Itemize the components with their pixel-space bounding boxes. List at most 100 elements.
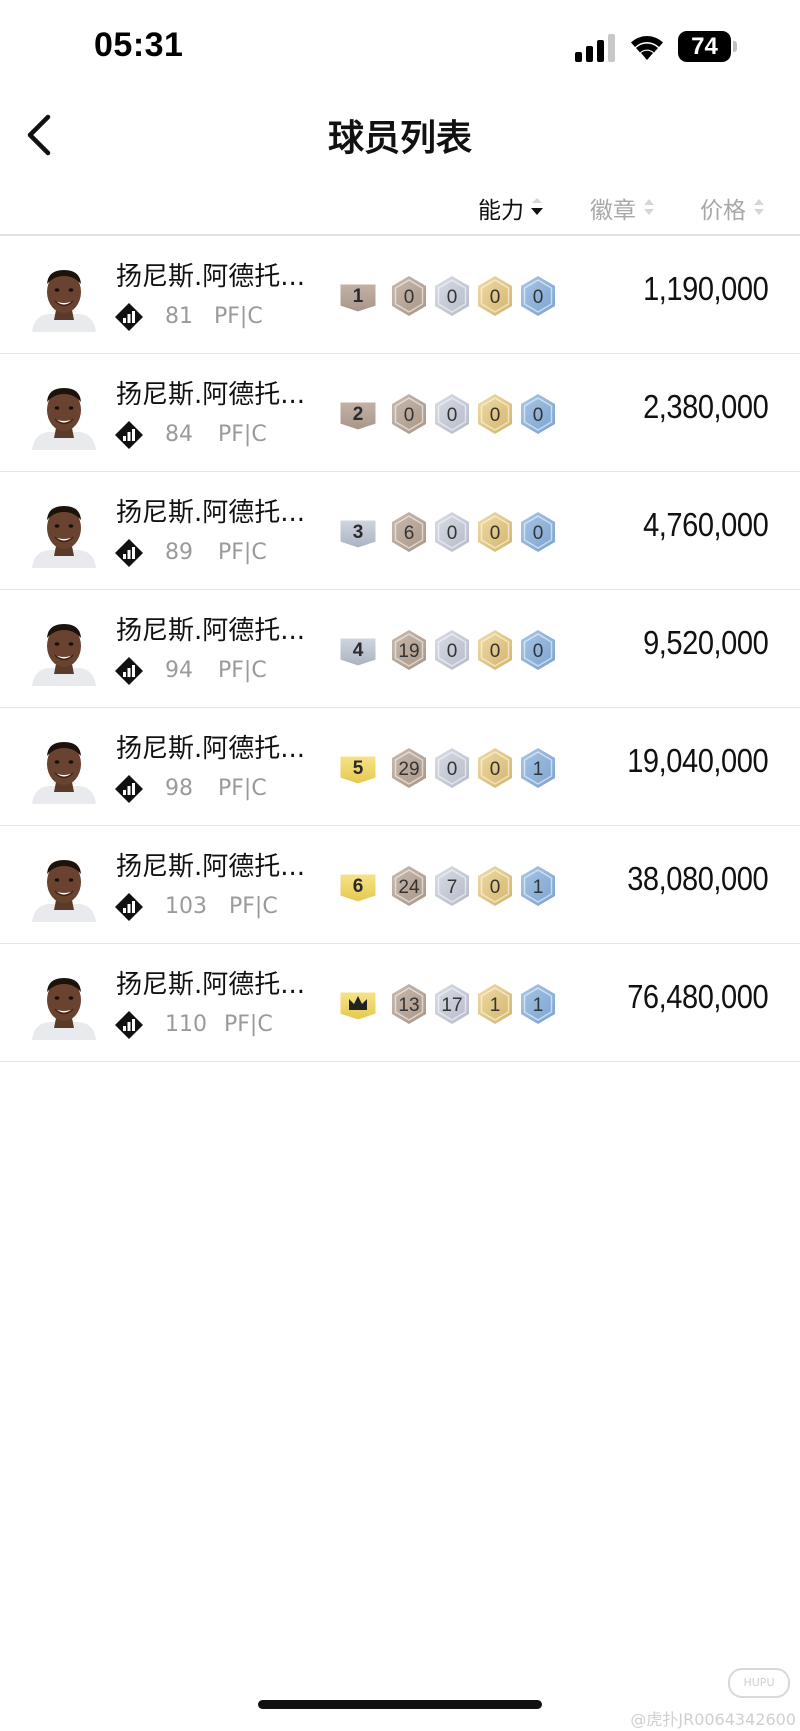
badge-hex: 0 <box>521 394 555 434</box>
status-bar: 05:31 74 <box>0 0 800 95</box>
badge-hex: 0 <box>392 394 426 434</box>
tier-icon <box>115 539 143 567</box>
badge-count: 0 <box>404 405 415 426</box>
player-rating: 94 <box>165 658 193 683</box>
badge-count: 1 <box>490 995 501 1016</box>
grade-number: 1 <box>353 286 364 307</box>
badge-hex: 0 <box>478 866 512 906</box>
wifi-icon <box>631 36 663 60</box>
badge-hex: 0 <box>435 394 469 434</box>
player-name: 扬尼斯.阿德托... <box>116 616 306 646</box>
player-row[interactable]: 扬尼斯.阿德托... 81 PF|C 1 0 0 0 0 1,190,000 <box>0 236 800 354</box>
grade-badge: 1 <box>339 283 377 313</box>
player-name: 扬尼斯.阿德托... <box>116 498 306 528</box>
sort-badges[interactable]: 徽章 <box>590 188 656 228</box>
badge-count: 0 <box>533 523 544 544</box>
player-avatar <box>32 860 96 922</box>
badge-hex: 0 <box>435 630 469 670</box>
grade-number: 5 <box>353 758 364 779</box>
badge-hex: 0 <box>521 512 555 552</box>
player-name: 扬尼斯.阿德托... <box>116 970 306 1000</box>
badge-group: 1 0 0 0 0 <box>338 275 558 319</box>
badge-group: 3 6 0 0 0 <box>338 511 558 555</box>
grade-badge: 2 <box>339 401 377 431</box>
badge-hex: 19 <box>392 630 426 670</box>
grade-badge: 6 <box>339 873 377 903</box>
sort-badges-label: 徽章 <box>590 198 636 224</box>
badge-hex: 6 <box>392 512 426 552</box>
player-avatar <box>32 270 96 332</box>
player-row[interactable]: 扬尼斯.阿德托... 89 PF|C 3 6 0 0 0 4,760,000 <box>0 472 800 590</box>
badge-count: 19 <box>398 641 419 662</box>
badge-hex: 0 <box>478 276 512 316</box>
badge-count: 0 <box>490 405 501 426</box>
tier-icon <box>115 1011 143 1039</box>
badge-count: 17 <box>441 995 462 1016</box>
player-row[interactable]: 扬尼斯.阿德托... 94 PF|C 4 19 0 0 0 9,520,000 <box>0 590 800 708</box>
player-row[interactable]: 扬尼斯.阿德托... 103 PF|C 6 24 7 0 1 38,080,000 <box>0 826 800 944</box>
watermark-text: @虎扑JR0064342600 <box>630 1710 796 1729</box>
badge-hex: 0 <box>478 394 512 434</box>
player-rating: 110 <box>165 1012 207 1037</box>
player-name: 扬尼斯.阿德托... <box>116 380 306 410</box>
player-price: 2,380,000 <box>642 388 769 425</box>
badge-hex: 0 <box>435 512 469 552</box>
home-indicator[interactable] <box>258 1700 542 1709</box>
badge-count: 0 <box>533 405 544 426</box>
player-rating: 81 <box>165 304 193 329</box>
badge-count: 0 <box>447 523 458 544</box>
sort-ability-label: 能力 <box>478 198 524 224</box>
badge-count: 6 <box>404 523 415 544</box>
status-time: 05:31 <box>94 26 184 64</box>
battery-cap <box>733 41 737 52</box>
player-avatar <box>32 388 96 450</box>
player-price: 38,080,000 <box>627 860 768 897</box>
badge-count: 1 <box>533 877 544 898</box>
badge-count: 13 <box>398 995 419 1016</box>
sort-desc-icon <box>530 197 544 219</box>
player-row[interactable]: 扬尼斯.阿德托... 98 PF|C 5 29 0 0 1 19,040,000 <box>0 708 800 826</box>
player-row[interactable]: 扬尼斯.阿德托... 110 PF|C 13 17 1 1 76,480,000 <box>0 944 800 1062</box>
player-list: 扬尼斯.阿德托... 81 PF|C 1 0 0 0 0 1,190,000 扬尼斯.阿德托...… <box>0 236 800 1062</box>
sort-ability[interactable]: 能力 <box>478 188 544 228</box>
badge-count: 0 <box>490 641 501 662</box>
sort-neutral-icon <box>752 197 766 219</box>
badge-count: 0 <box>490 523 501 544</box>
sort-price[interactable]: 价格 <box>700 188 766 228</box>
badge-count: 0 <box>404 287 415 308</box>
grade-number: 4 <box>353 640 364 661</box>
badge-hex: 24 <box>392 866 426 906</box>
player-position: PF|C <box>229 894 278 919</box>
player-position: PF|C <box>218 422 267 447</box>
tier-icon <box>115 303 143 331</box>
player-avatar <box>32 624 96 686</box>
player-price: 76,480,000 <box>627 978 768 1015</box>
player-rating: 84 <box>165 422 193 447</box>
player-price: 4,760,000 <box>642 506 769 543</box>
nav-bar: 球员列表 <box>0 95 800 175</box>
badge-hex: 0 <box>521 630 555 670</box>
badge-count: 7 <box>447 877 458 898</box>
badge-group: 6 24 7 0 1 <box>338 865 558 909</box>
battery-icon: 74 <box>678 31 738 62</box>
badge-hex: 29 <box>392 748 426 788</box>
player-avatar <box>32 506 96 568</box>
badge-hex: 1 <box>478 984 512 1024</box>
player-rating: 89 <box>165 540 193 565</box>
page-title: 球员列表 <box>327 118 472 159</box>
badge-count: 1 <box>533 759 544 780</box>
player-row[interactable]: 扬尼斯.阿德托... 84 PF|C 2 0 0 0 0 2,380,000 <box>0 354 800 472</box>
player-name: 扬尼斯.阿德托... <box>116 852 306 882</box>
badge-hex: 13 <box>392 984 426 1024</box>
badge-count: 0 <box>447 405 458 426</box>
sort-neutral-icon <box>642 197 656 219</box>
grade-number: 2 <box>353 404 364 425</box>
grade-number: 6 <box>353 876 364 897</box>
player-name: 扬尼斯.阿德托... <box>116 262 306 292</box>
badge-hex: 0 <box>435 276 469 316</box>
badge-hex: 1 <box>521 984 555 1024</box>
grade-number: 3 <box>353 522 364 543</box>
badge-group: 5 29 0 0 1 <box>338 747 558 791</box>
player-position: PF|C <box>218 776 267 801</box>
tier-icon <box>115 657 143 685</box>
